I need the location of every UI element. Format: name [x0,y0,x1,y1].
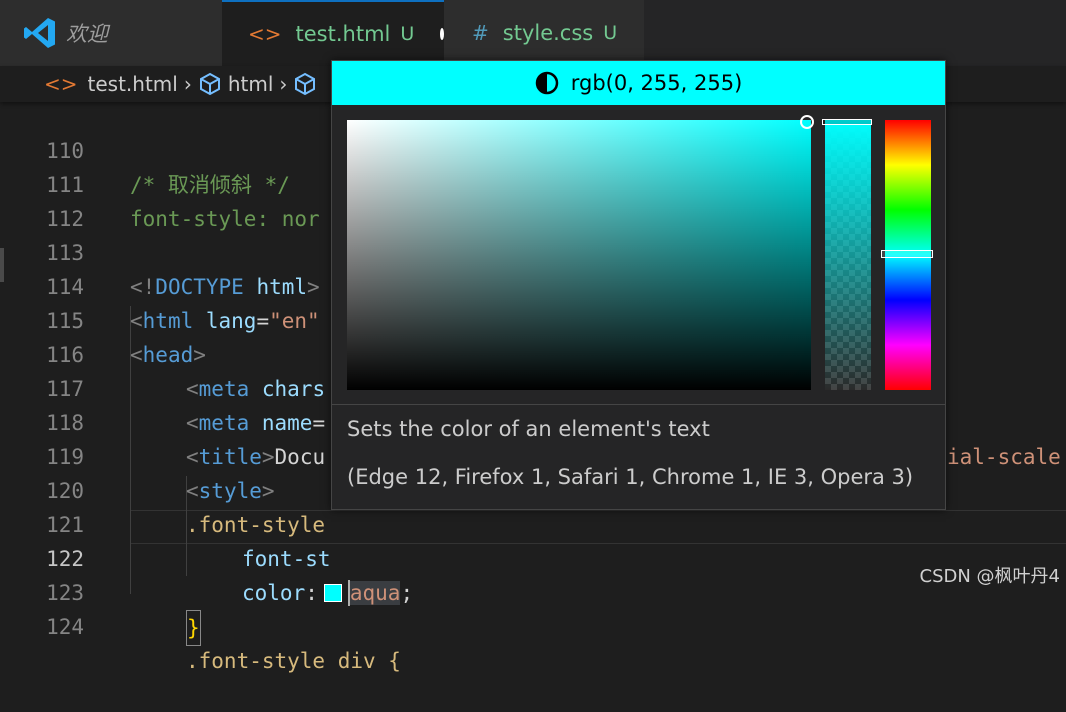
hue-slider-handle[interactable] [881,250,933,258]
tab-test-html[interactable]: <> test.html U [222,0,444,66]
hash-icon: # [472,21,489,45]
opacity-slider[interactable] [825,120,871,390]
code-line: 123 } [0,542,1066,646]
saturation-brightness-box[interactable] [347,120,811,390]
chevron-right-icon: › [183,72,192,96]
tab-style-css-label: style.css [502,21,594,45]
opacity-slider-handle[interactable] [822,119,872,125]
line-number: 124 [46,615,84,639]
saturation-handle[interactable] [800,115,814,129]
color-picker-popup: rgb(0, 255, 255) Sets the color of an el… [331,60,946,510]
code-text: .font-style div { [186,649,401,673]
tab-test-html-label: test.html [295,22,391,46]
color-value-label: rgb(0, 255, 255) [570,71,743,95]
element-cube-icon [295,72,316,96]
tab-style-css[interactable]: # style.css U [444,0,644,66]
tab-bar: 欢迎 <> test.html U # style.css U [0,0,1066,66]
contrast-icon [535,71,558,95]
untracked-badge: U [400,23,415,45]
breadcrumb-file[interactable]: test.html [88,72,178,96]
tab-welcome-label: 欢迎 [66,22,108,46]
browser-compatibility: (Edge 12, Firefox 1, Safari 1, Chrome 1,… [347,465,914,489]
untracked-badge: U [603,22,618,44]
tab-welcome[interactable]: 欢迎 [0,0,222,66]
html-brackets-icon: <> [44,72,78,96]
html-brackets-icon: <> [248,22,282,46]
color-picker-header[interactable]: rgb(0, 255, 255) [332,61,945,105]
divider [332,404,945,405]
watermark: CSDN @枫叶丹4 [919,566,1061,587]
breadcrumb-element[interactable]: html [228,72,274,96]
property-description: Sets the color of an element's text [347,417,710,441]
code-line: 122 color: aqua; [0,508,1066,606]
vscode-logo-icon [24,18,55,48]
code-text: } [186,610,201,646]
element-cube-icon [199,72,220,96]
chevron-right-icon: › [279,72,288,96]
code-line: 124 .font-style div { [0,576,1066,673]
